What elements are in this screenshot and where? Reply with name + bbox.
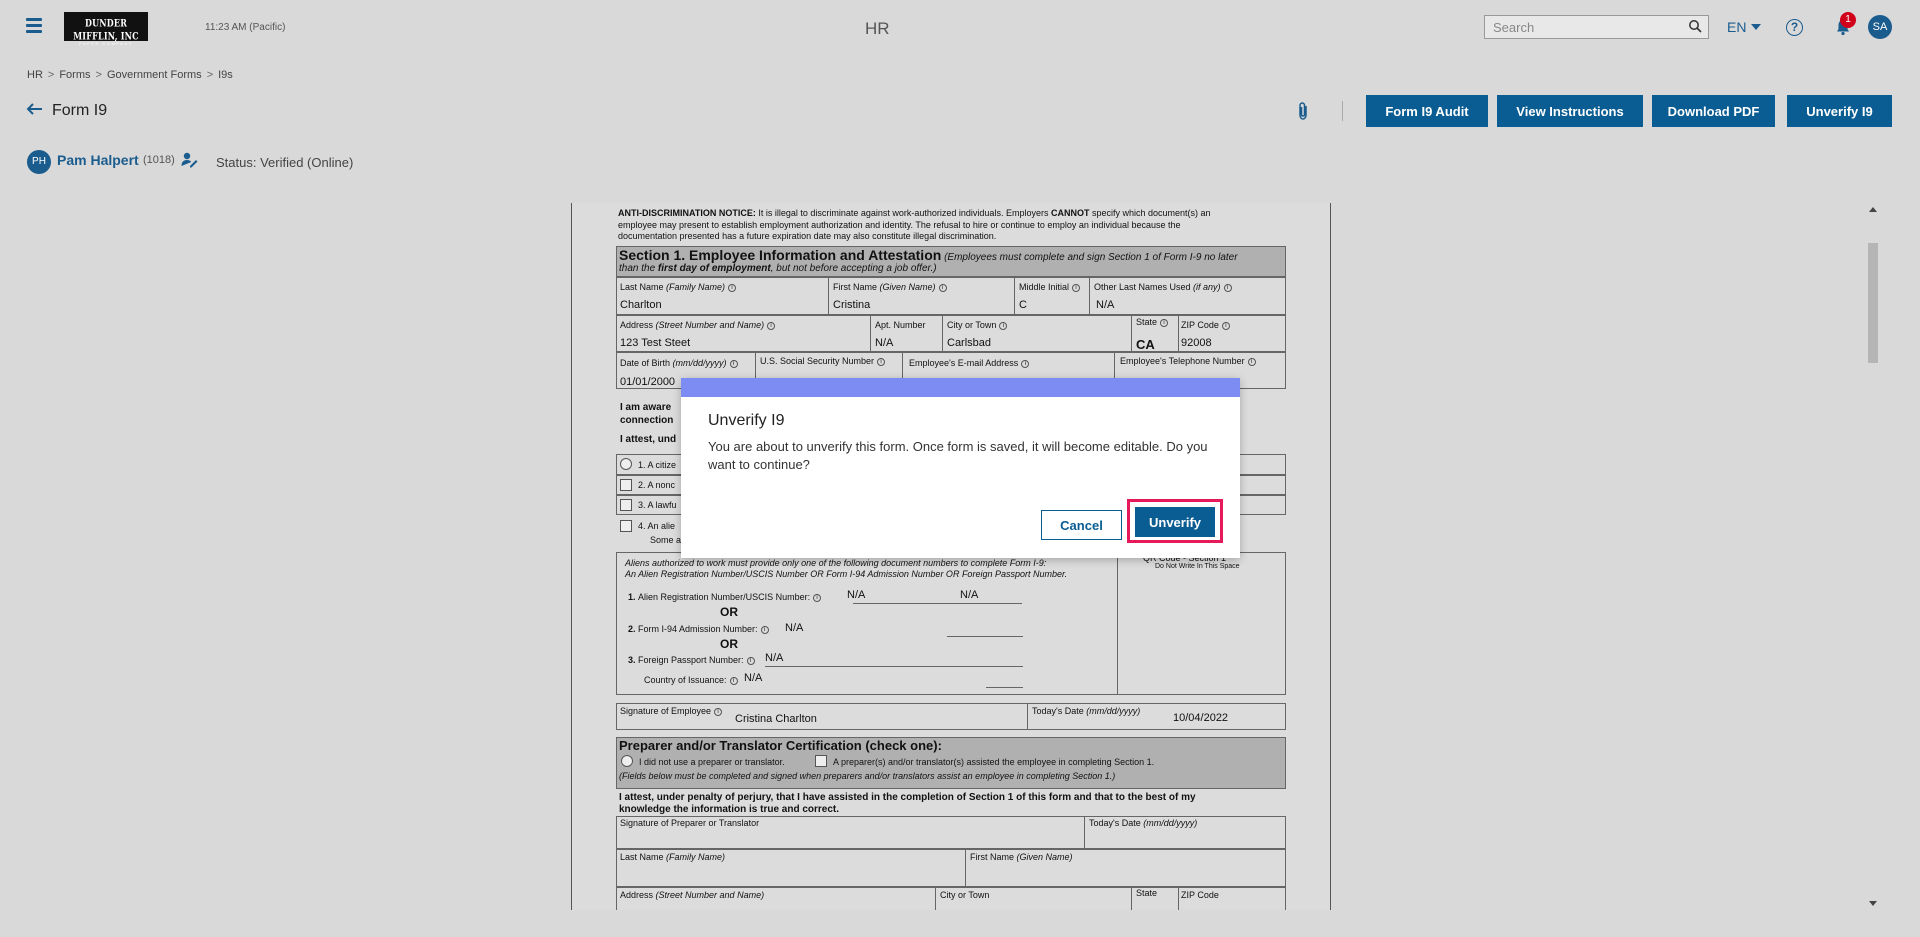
- search-input[interactable]: [1485, 16, 1680, 38]
- menu-icon[interactable]: [26, 18, 42, 34]
- apt-label: Apt. Number: [875, 320, 926, 330]
- dialog-message: You are about to unverify this form. Onc…: [708, 439, 1208, 472]
- info-icon[interactable]: i: [1223, 284, 1232, 292]
- breadcrumb: HR > Forms > Government Forms > I9s: [27, 69, 233, 81]
- notice-line-3: documentation presented has a future exp…: [618, 231, 997, 241]
- info-icon[interactable]: i: [938, 284, 947, 292]
- last-name-label: Last Name (Family Name) i: [620, 282, 737, 292]
- middle-initial-field[interactable]: C: [1019, 299, 1027, 311]
- info-icon[interactable]: i: [1247, 358, 1256, 366]
- divider: [1342, 101, 1343, 121]
- breadcrumb-hr[interactable]: HR: [27, 69, 43, 81]
- employee-id: (1018): [143, 154, 175, 166]
- permanent-resident-checkbox[interactable]: [620, 499, 632, 511]
- phone-label: Employee's Telephone Number i: [1120, 356, 1256, 366]
- unverify-confirm-button[interactable]: Unverify: [1135, 507, 1215, 537]
- chevron-down-icon: [1751, 24, 1762, 30]
- dob-label: Date of Birth (mm/dd/yyyy) i: [620, 358, 738, 368]
- other-last-names-field[interactable]: N/A: [1096, 299, 1114, 311]
- country-of-issuance-field[interactable]: N/A: [744, 672, 762, 684]
- app-title: HR: [865, 19, 890, 38]
- apt-field[interactable]: N/A: [875, 337, 893, 349]
- scroll-thumb[interactable]: [1868, 243, 1878, 363]
- view-instructions-button[interactable]: View Instructions: [1497, 95, 1643, 127]
- employee-avatar: PH: [27, 150, 51, 174]
- notification-badge: 1: [1840, 12, 1856, 28]
- alien-authorized-checkbox[interactable]: [620, 520, 632, 532]
- section1-note: than the first day of employment, but no…: [619, 263, 937, 274]
- info-icon[interactable]: i: [1021, 360, 1030, 368]
- state-label: State i: [1136, 317, 1169, 327]
- dob-field[interactable]: 01/01/2000: [620, 376, 675, 388]
- cancel-button[interactable]: Cancel: [1041, 510, 1122, 540]
- page-title: Form I9: [52, 102, 108, 119]
- address-label: Address (Street Number and Name) i: [620, 320, 776, 330]
- first-name-field[interactable]: Cristina: [833, 299, 870, 311]
- today-date-field[interactable]: 10/04/2022: [1173, 712, 1228, 724]
- paperclip-icon[interactable]: [1296, 101, 1310, 121]
- unverify-dialog: Unverify I9 You are about to unverify th…: [681, 378, 1240, 558]
- dialog-header-bar: [681, 378, 1240, 397]
- state-field[interactable]: CA: [1136, 337, 1155, 352]
- other-last-names-label: Other Last Names Used (if any) i: [1094, 282, 1232, 292]
- employee-name-link[interactable]: Pam Halpert: [57, 152, 139, 168]
- user-avatar[interactable]: SA: [1868, 15, 1892, 39]
- zip-label: ZIP Code i: [1181, 320, 1230, 330]
- i94-number-field[interactable]: N/A: [785, 622, 803, 634]
- info-icon[interactable]: i: [877, 358, 886, 366]
- zip-field[interactable]: 92008: [1181, 337, 1212, 349]
- scroll-down-icon[interactable]: [1869, 901, 1877, 906]
- breadcrumb-forms[interactable]: Forms: [59, 69, 90, 81]
- breadcrumb-i9s[interactable]: I9s: [218, 69, 233, 81]
- help-icon[interactable]: ?: [1786, 19, 1803, 36]
- first-name-label: First Name (Given Name) i: [833, 282, 947, 292]
- notice-line-2: employee may present to establish employ…: [618, 220, 1181, 230]
- city-field[interactable]: Carlsbad: [947, 337, 991, 349]
- email-label: Employee's E-mail Address i: [909, 358, 1030, 368]
- info-icon[interactable]: i: [729, 360, 738, 368]
- info-icon[interactable]: i: [746, 657, 755, 665]
- no-preparer-radio[interactable]: [621, 755, 633, 767]
- search-box: [1484, 15, 1709, 39]
- noncitizen-national-checkbox[interactable]: [620, 479, 632, 491]
- edit-user-icon[interactable]: [181, 151, 198, 168]
- uscis-number-field[interactable]: N/A: [960, 589, 978, 601]
- address-field[interactable]: 123 Test Steet: [620, 337, 690, 349]
- ssn-label: U.S. Social Security Number i: [760, 356, 886, 366]
- dialog-title: Unverify I9: [708, 412, 785, 429]
- last-name-field[interactable]: Charlton: [620, 299, 662, 311]
- back-arrow-icon[interactable]: [26, 102, 44, 116]
- info-icon[interactable]: i: [1221, 322, 1230, 330]
- info-icon[interactable]: i: [1160, 319, 1169, 327]
- info-icon[interactable]: i: [714, 708, 723, 716]
- info-icon[interactable]: i: [767, 322, 776, 330]
- middle-initial-label: Middle Initial i: [1019, 282, 1081, 292]
- search-icon[interactable]: [1688, 19, 1702, 33]
- top-bar: DUNDER MIFFLIN, INC PAPER COMPANY 11:23 …: [0, 0, 1920, 56]
- breadcrumb-government-forms[interactable]: Government Forms: [107, 69, 202, 81]
- preparer-assisted-checkbox[interactable]: [815, 755, 827, 767]
- clock: 11:23 AM (Pacific): [205, 22, 286, 33]
- unverify-i9-button[interactable]: Unverify I9: [1787, 95, 1892, 127]
- info-icon[interactable]: i: [728, 284, 737, 292]
- scroll-up-icon[interactable]: [1869, 207, 1877, 212]
- company-logo[interactable]: DUNDER MIFFLIN, INC PAPER COMPANY: [64, 12, 148, 46]
- form-i9-audit-button[interactable]: Form I9 Audit: [1366, 95, 1488, 127]
- status-text: Status: Verified (Online): [216, 155, 354, 170]
- alien-registration-field[interactable]: N/A: [847, 589, 865, 601]
- download-pdf-button[interactable]: Download PDF: [1652, 95, 1775, 127]
- info-icon[interactable]: i: [1072, 284, 1081, 292]
- info-icon[interactable]: i: [760, 626, 769, 634]
- info-icon[interactable]: i: [813, 594, 822, 602]
- document-scrollbar[interactable]: [1866, 203, 1880, 910]
- language-selector[interactable]: EN: [1727, 19, 1762, 35]
- citizen-radio[interactable]: [620, 458, 632, 470]
- info-icon[interactable]: i: [729, 677, 738, 685]
- info-icon[interactable]: i: [999, 322, 1008, 330]
- city-label: City or Town i: [947, 320, 1008, 330]
- passport-number-field[interactable]: N/A: [765, 652, 783, 664]
- employee-signature-field[interactable]: Cristina Charlton: [735, 713, 817, 725]
- section1-title: Section 1. Employee Information and Atte…: [619, 247, 1238, 263]
- notice-line-1: ANTI-DISCRIMINATION NOTICE: It is illega…: [618, 208, 1211, 218]
